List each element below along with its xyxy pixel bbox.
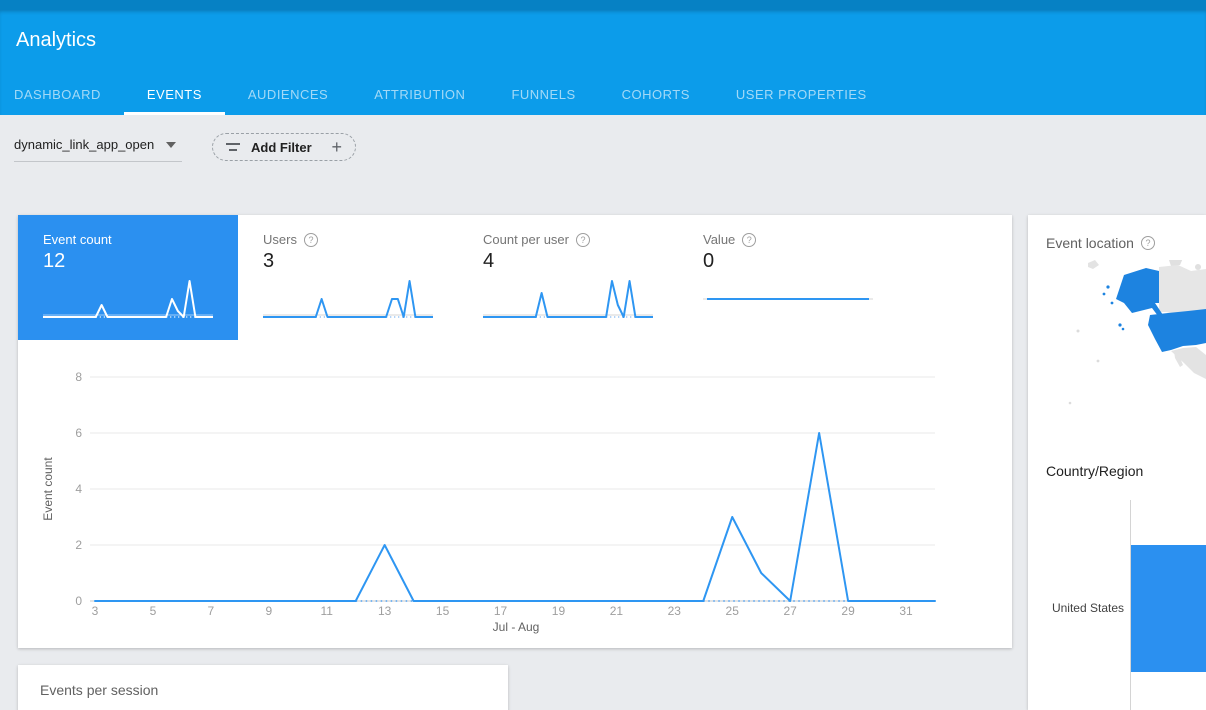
- svg-text:0: 0: [75, 594, 82, 608]
- tab-events[interactable]: EVENTS: [124, 77, 225, 115]
- metric-label: Value: [703, 232, 735, 247]
- event-location-title: Event location: [1046, 235, 1134, 251]
- country-region-label: Country/Region: [1046, 463, 1143, 479]
- svg-text:9: 9: [265, 604, 272, 618]
- help-icon[interactable]: ?: [304, 233, 318, 247]
- events-per-session-title: Events per session: [40, 682, 158, 698]
- svg-text:7: 7: [208, 604, 215, 618]
- svg-text:Event count: Event count: [41, 457, 55, 521]
- world-map[interactable]: [1028, 260, 1206, 475]
- plus-icon: +: [331, 138, 342, 156]
- tab-cohorts[interactable]: COHORTS: [599, 77, 713, 115]
- united-states-bar[interactable]: [1131, 545, 1206, 672]
- metric-tiles-row: Event count 12 Users ? 3 Count per user …: [18, 215, 1012, 340]
- svg-text:13: 13: [378, 604, 392, 618]
- sparkline-value: [703, 277, 873, 323]
- chevron-down-icon: [166, 142, 176, 148]
- metric-tile-value[interactable]: Value ? 0: [678, 215, 898, 340]
- app-header: Analytics DASHBOARD EVENTS AUDIENCES ATT…: [0, 10, 1206, 115]
- metric-label: Event count: [43, 232, 112, 247]
- svg-text:21: 21: [610, 604, 624, 618]
- united-states-bar-label: United States: [1028, 601, 1124, 615]
- filter-icon: [226, 142, 240, 152]
- map-land-mexico: [1171, 347, 1206, 379]
- tab-bar: DASHBOARD EVENTS AUDIENCES ATTRIBUTION F…: [0, 77, 890, 115]
- svg-text:23: 23: [668, 604, 682, 618]
- svg-text:5: 5: [150, 604, 157, 618]
- svg-text:11: 11: [320, 604, 333, 618]
- sparkline-count-per-user: [483, 277, 653, 323]
- svg-text:31: 31: [899, 604, 913, 618]
- metric-value: 0: [703, 250, 873, 273]
- metric-value: 4: [483, 250, 653, 273]
- svg-text:4: 4: [75, 482, 82, 496]
- metric-value: 3: [263, 250, 433, 273]
- help-icon[interactable]: ?: [742, 233, 756, 247]
- event-count-line-chart[interactable]: 0 2 4 6 8 3 5 7 9 11 13 15 17 19 21 23 25 27 29 31 Jul - Aug…: [18, 355, 1012, 648]
- svg-text:6: 6: [75, 426, 82, 440]
- sparkline-users: [263, 277, 433, 323]
- events-per-session-card: Events per session: [18, 665, 508, 710]
- sparkline-event-count: [43, 277, 213, 323]
- event-location-card: Event location ? Country/Region: [1028, 215, 1206, 710]
- map-land-canada: [1159, 265, 1206, 314]
- tab-attribution[interactable]: ATTRIBUTION: [351, 77, 488, 115]
- svg-text:Jul - Aug: Jul - Aug: [493, 620, 540, 634]
- tab-user-properties[interactable]: USER PROPERTIES: [713, 77, 890, 115]
- tab-dashboard[interactable]: DASHBOARD: [0, 77, 124, 115]
- svg-text:25: 25: [726, 604, 740, 618]
- browser-status-strip: [0, 0, 1206, 10]
- page-title: Analytics: [16, 29, 96, 52]
- svg-text:19: 19: [552, 604, 566, 618]
- svg-text:8: 8: [75, 370, 82, 384]
- svg-text:2: 2: [75, 538, 82, 552]
- metric-tile-event-count[interactable]: Event count 12: [18, 215, 238, 340]
- map-region-alaska: [1116, 268, 1165, 320]
- map-small-islands: [1069, 330, 1100, 405]
- filter-bar: dynamic_link_app_open Add Filter +: [0, 115, 1206, 185]
- add-filter-button[interactable]: Add Filter +: [212, 133, 356, 161]
- svg-text:15: 15: [436, 604, 450, 618]
- metric-tile-users[interactable]: Users ? 3: [238, 215, 458, 340]
- metric-value: 12: [43, 250, 213, 273]
- map-land-chukotka: [1088, 260, 1099, 269]
- help-icon[interactable]: ?: [1141, 236, 1155, 250]
- metric-tile-count-per-user[interactable]: Count per user ? 4: [458, 215, 678, 340]
- svg-text:27: 27: [783, 604, 797, 618]
- tab-funnels[interactable]: FUNNELS: [488, 77, 598, 115]
- help-icon[interactable]: ?: [576, 233, 590, 247]
- metric-label: Users: [263, 232, 297, 247]
- event-detail-card: Event count 12 Users ? 3 Count per user …: [18, 215, 1012, 648]
- map-region-united-states: [1148, 309, 1206, 352]
- metric-label: Count per user: [483, 232, 569, 247]
- event-selector-dropdown[interactable]: dynamic_link_app_open: [14, 137, 182, 162]
- svg-text:3: 3: [92, 604, 99, 618]
- event-selector-value: dynamic_link_app_open: [14, 137, 154, 152]
- svg-text:29: 29: [841, 604, 855, 618]
- svg-text:17: 17: [494, 604, 508, 618]
- tab-audiences[interactable]: AUDIENCES: [225, 77, 351, 115]
